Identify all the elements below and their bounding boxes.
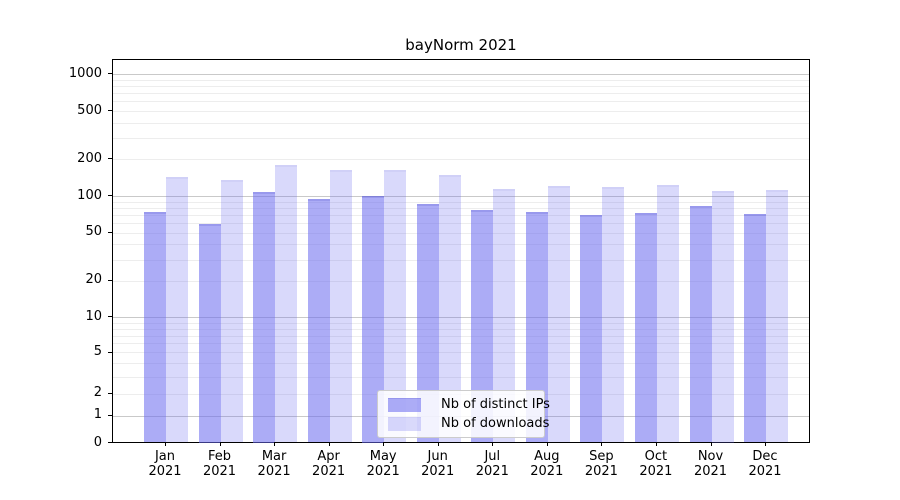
- y-tick-label: 50: [42, 224, 102, 239]
- minor-gridline: [113, 123, 809, 124]
- y-tick-mark: [108, 280, 112, 281]
- y-tick-mark: [108, 110, 112, 111]
- y-tick-label: 1: [42, 407, 102, 422]
- chart-title: bayNorm 2021: [112, 36, 810, 56]
- x-tick-mark: [601, 442, 602, 446]
- chart-figure: bayNorm 2021 10005002001005020105210Jan2…: [0, 0, 900, 500]
- x-tick-month-line: Dec: [733, 449, 797, 464]
- y-tick-mark: [108, 232, 112, 233]
- minor-gridline: [113, 159, 809, 160]
- bar-feb-downloads: [221, 180, 243, 443]
- legend-swatch-icon: [388, 417, 421, 431]
- y-tick-mark: [108, 73, 112, 74]
- x-tick-mark: [765, 442, 766, 446]
- bar-oct-distinct-ips: [635, 213, 657, 442]
- legend: Nb of distinct IPsNb of downloads: [377, 390, 545, 438]
- x-tick-mark: [165, 442, 166, 446]
- y-tick-mark: [108, 195, 112, 196]
- bar-mar-distinct-ips: [253, 192, 275, 443]
- y-tick-mark: [108, 316, 112, 317]
- minor-gridline: [113, 101, 809, 102]
- legend-swatch-icon: [388, 398, 421, 412]
- y-tick-mark: [108, 352, 112, 353]
- y-tick-mark: [108, 158, 112, 159]
- y-tick-label: 100: [42, 188, 102, 203]
- bar-dec-distinct-ips: [744, 214, 766, 443]
- minor-gridline: [113, 93, 809, 94]
- bar-sep-downloads: [602, 187, 624, 443]
- major-gridline: [113, 196, 809, 197]
- y-tick-label: 0: [42, 435, 102, 450]
- bar-aug-downloads: [548, 186, 570, 443]
- y-tick-label: 10: [42, 309, 102, 324]
- x-tick-mark: [438, 442, 439, 446]
- bar-sep-distinct-ips: [580, 215, 602, 442]
- bar-jan-downloads: [166, 177, 188, 443]
- x-tick-year-line: 2021: [733, 464, 797, 479]
- bar-jan-distinct-ips: [144, 212, 166, 443]
- y-tick-label: 20: [42, 272, 102, 287]
- y-tick-label: 2: [42, 385, 102, 400]
- legend-item-label: Nb of downloads: [441, 416, 549, 431]
- minor-gridline: [113, 80, 809, 81]
- y-tick-label: 200: [42, 151, 102, 166]
- minor-gridline: [113, 86, 809, 87]
- major-gridline: [113, 74, 809, 75]
- bar-feb-distinct-ips: [199, 224, 221, 443]
- bar-oct-downloads: [657, 185, 679, 443]
- x-tick-mark: [274, 442, 275, 446]
- x-tick-mark: [656, 442, 657, 446]
- bar-nov-distinct-ips: [690, 206, 712, 443]
- minor-gridline: [113, 111, 809, 112]
- x-tick-mark: [492, 442, 493, 446]
- bar-mar-downloads: [275, 165, 297, 443]
- y-tick-mark: [108, 393, 112, 394]
- x-tick-mark: [329, 442, 330, 446]
- y-tick-label: 1000: [42, 66, 102, 81]
- legend-item: Nb of distinct IPs: [378, 395, 544, 414]
- y-tick-mark: [108, 442, 112, 443]
- x-tick-mark: [383, 442, 384, 446]
- x-tick-label: Dec2021: [733, 449, 797, 479]
- minor-gridline: [113, 138, 809, 139]
- x-tick-mark: [220, 442, 221, 446]
- x-tick-mark: [711, 442, 712, 446]
- bar-apr-distinct-ips: [308, 199, 330, 442]
- x-tick-mark: [547, 442, 548, 446]
- y-tick-mark: [108, 415, 112, 416]
- y-tick-label: 5: [42, 344, 102, 359]
- bar-dec-downloads: [766, 190, 788, 443]
- y-tick-label: 500: [42, 103, 102, 118]
- plot-area: [112, 59, 810, 443]
- bar-apr-downloads: [330, 170, 352, 442]
- legend-item: Nb of downloads: [378, 414, 544, 433]
- legend-item-label: Nb of distinct IPs: [441, 397, 550, 412]
- minor-gridline: [113, 202, 809, 203]
- bar-nov-downloads: [712, 191, 734, 443]
